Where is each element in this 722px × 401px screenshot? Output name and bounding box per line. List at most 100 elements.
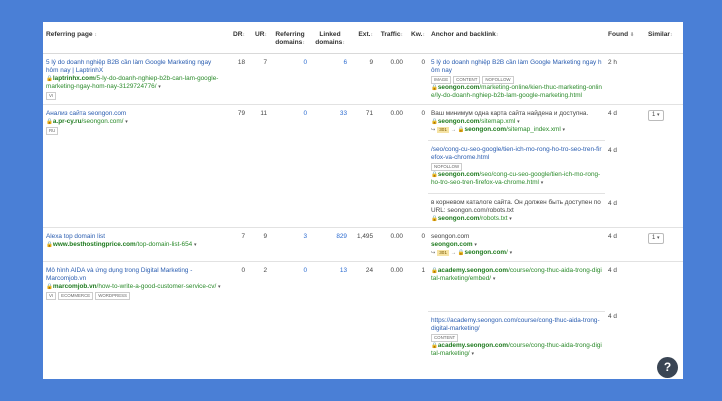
platform-tag: WORDPRESS — [95, 292, 130, 300]
table-row: Mô hình AIDA và ứng dụng trong Digital M… — [43, 261, 683, 362]
referring-page-title[interactable]: Анализ сайта seongon.com — [46, 110, 223, 118]
link-tag: NOFOLLOW — [431, 163, 463, 171]
referring-domains-value[interactable]: 0 — [270, 104, 310, 228]
lock-icon: 🔒 — [431, 119, 438, 125]
linked-domains-value[interactable]: 6 — [310, 54, 350, 105]
found-value: 4 d — [608, 110, 617, 117]
anchor-backlink-cell: 🔒academy.seongon.com/course/cong-thuc-ai… — [428, 261, 605, 362]
link-tag: CONTENT — [453, 76, 481, 84]
lock-icon: 🔒 — [457, 250, 465, 256]
referring-page-url[interactable]: 🔒marcomjob.vn/how-to-write-a-good-custom… — [46, 283, 223, 291]
ext-value: 9 — [369, 59, 373, 66]
table-row: 5 lý do doanh nghiệp B2B cần làm Google … — [43, 54, 683, 105]
backlink-url[interactable]: 🔒academy.seongon.com/course/cong-thuc-ai… — [431, 267, 602, 283]
referring-page-url[interactable]: 🔒a.pr-cy.ru/seongon.com/ ▾ — [46, 118, 223, 126]
backlink-url[interactable]: 🔒seongon.com/robots.txt ▾ — [431, 215, 602, 223]
anchor-text[interactable]: https://academy.seongon.com/course/cong-… — [431, 317, 602, 333]
kw-value: 0 — [406, 104, 428, 228]
link-tag: CONTENT — [431, 334, 459, 342]
referring-domains-value[interactable]: 0 — [270, 54, 310, 105]
lock-icon: 🔒 — [457, 127, 465, 133]
dr-value: 0 — [226, 261, 248, 362]
chevron-down-icon[interactable]: ▾ — [472, 351, 475, 357]
linked-domains-value[interactable]: 13 — [310, 261, 350, 362]
linked-domains-value[interactable]: 33 — [310, 104, 350, 228]
redirect-url[interactable]: ↪ 301 → 🔒seongon.com/sitemap_index.xml ▾ — [431, 126, 602, 134]
chevron-down-icon[interactable]: ▾ — [218, 284, 221, 290]
table-row: Анализ сайта seongon.com 🔒a.pr-cy.ru/seo… — [43, 104, 683, 228]
col-dr[interactable]: DR↕ — [226, 22, 248, 54]
lock-icon: 🔒 — [46, 284, 53, 290]
referring-domains-value[interactable]: 0 — [270, 261, 310, 362]
found-value: 4 d — [608, 147, 617, 154]
col-ur[interactable]: UR↕ — [248, 22, 270, 54]
col-ext[interactable]: Ext.↕ — [350, 22, 376, 54]
referring-page-title[interactable]: 5 lý do doanh nghiệp B2B cần làm Google … — [46, 59, 223, 75]
anchor-text: seongon.com — [431, 233, 470, 240]
col-referring-domains[interactable]: Referring domains↕ — [270, 22, 310, 54]
col-similar[interactable]: Similar↕ — [645, 22, 683, 54]
table-row: Alexa top domain list 🔒www.besthostingpr… — [43, 227, 683, 262]
backlink-url[interactable]: 🔒seongon.com/seo/cong-cu-seo-google/tien… — [431, 171, 602, 187]
traffic-value: 0.00 — [376, 261, 406, 362]
lock-icon: 🔒 — [431, 216, 438, 222]
referring-page-url[interactable]: 🔒laptrinhx.com/5-ly-do-doanh-nghiep-b2b-… — [46, 75, 223, 91]
chevron-down-icon[interactable]: ▾ — [509, 216, 512, 222]
referring-page-url[interactable]: 🔒www.besthostingprice.com/top-domain-lis… — [46, 241, 223, 249]
help-button[interactable]: ? — [657, 357, 678, 378]
chevron-down-icon[interactable]: ▾ — [474, 242, 477, 248]
col-found[interactable]: Found ⬇ — [605, 22, 645, 54]
linked-domains-value[interactable]: 829 — [310, 227, 350, 262]
referring-page-title[interactable]: Alexa top domain list — [46, 233, 223, 241]
col-anchor-backlink[interactable]: Anchor and backlink↕ — [428, 22, 605, 54]
similar-dropdown[interactable]: 1 ▾ — [648, 233, 664, 244]
backlink-url[interactable]: 🔒seongon.com/marketing-online/kien-thuc-… — [431, 84, 602, 100]
lock-icon: 🔒 — [46, 76, 53, 82]
traffic-value: 0.00 — [376, 104, 406, 228]
chevron-down-icon[interactable]: ▾ — [493, 276, 496, 282]
anchor-text[interactable]: 5 lý do doanh nghiệp B2B cần làm Google … — [431, 59, 602, 75]
referring-page-title[interactable]: Mô hình AIDA và ứng dụng trong Digital M… — [46, 267, 223, 283]
found-value: 4 d — [608, 267, 617, 274]
lock-icon: 🔒 — [46, 119, 53, 125]
chevron-down-icon[interactable]: ▾ — [517, 119, 520, 125]
chevron-down-icon[interactable]: ▾ — [541, 180, 544, 186]
referring-page-cell: Alexa top domain list 🔒www.besthostingpr… — [43, 227, 226, 262]
ext-value: 24 — [350, 261, 376, 362]
found-value: 4 d — [605, 227, 645, 262]
similar-cell — [645, 54, 683, 105]
chevron-down-icon[interactable]: ▾ — [563, 127, 566, 133]
lock-icon: 🔒 — [46, 242, 53, 248]
anchor-text: Ваш минимум одна карта сайта найдена и д… — [431, 110, 589, 117]
chevron-down-icon[interactable]: ▾ — [194, 242, 197, 248]
ur-value: 7 — [263, 59, 267, 66]
similar-dropdown[interactable]: 1 ▾ — [648, 110, 664, 121]
col-referring-page[interactable]: Referring page ↕ — [43, 22, 226, 54]
ext-value: 1,495 — [350, 227, 376, 262]
referring-domains-value[interactable]: 3 — [270, 227, 310, 262]
lock-icon: 🔒 — [431, 268, 438, 274]
anchor-text[interactable]: /seo/cong-cu-seo-google/tien-ich-mo-rong… — [431, 146, 602, 162]
traffic-value: 0.00 — [390, 59, 403, 66]
table-header: Referring page ↕ DR↕ UR↕ Referring domai… — [43, 22, 683, 54]
backlink-url[interactable]: 🔒academy.seongon.com/course/cong-thuc-ai… — [431, 342, 602, 358]
col-linked-domains[interactable]: Linked domains↕ — [310, 22, 350, 54]
dr-value: 7 — [226, 227, 248, 262]
col-traffic[interactable]: Traffic↕ — [376, 22, 406, 54]
dr-value: 79 — [226, 104, 248, 228]
ur-value: 2 — [248, 261, 270, 362]
backlink-url[interactable]: seongon.com ▾ — [431, 241, 602, 249]
chevron-down-icon[interactable]: ▾ — [158, 84, 161, 90]
platform-tag: ECOMMERCE — [58, 292, 94, 300]
redirect-url[interactable]: ↪ 301 → 🔒seongon.com/ ▾ — [431, 249, 602, 257]
backlink-url[interactable]: 🔒seongon.com/sitemap.xml ▾ — [431, 118, 602, 126]
redirect-arrow-icon: ↪ — [431, 127, 436, 133]
chevron-down-icon[interactable]: ▾ — [510, 250, 513, 256]
chevron-down-icon[interactable]: ▾ — [125, 119, 128, 125]
col-kw[interactable]: Kw.↕ — [406, 22, 428, 54]
link-tag: NOFOLLOW — [482, 76, 514, 84]
dr-value: 18 — [237, 59, 245, 66]
language-tag: RU — [46, 127, 59, 135]
redirect-badge: 301 — [437, 250, 449, 256]
link-tag: IMAGE — [431, 76, 452, 84]
